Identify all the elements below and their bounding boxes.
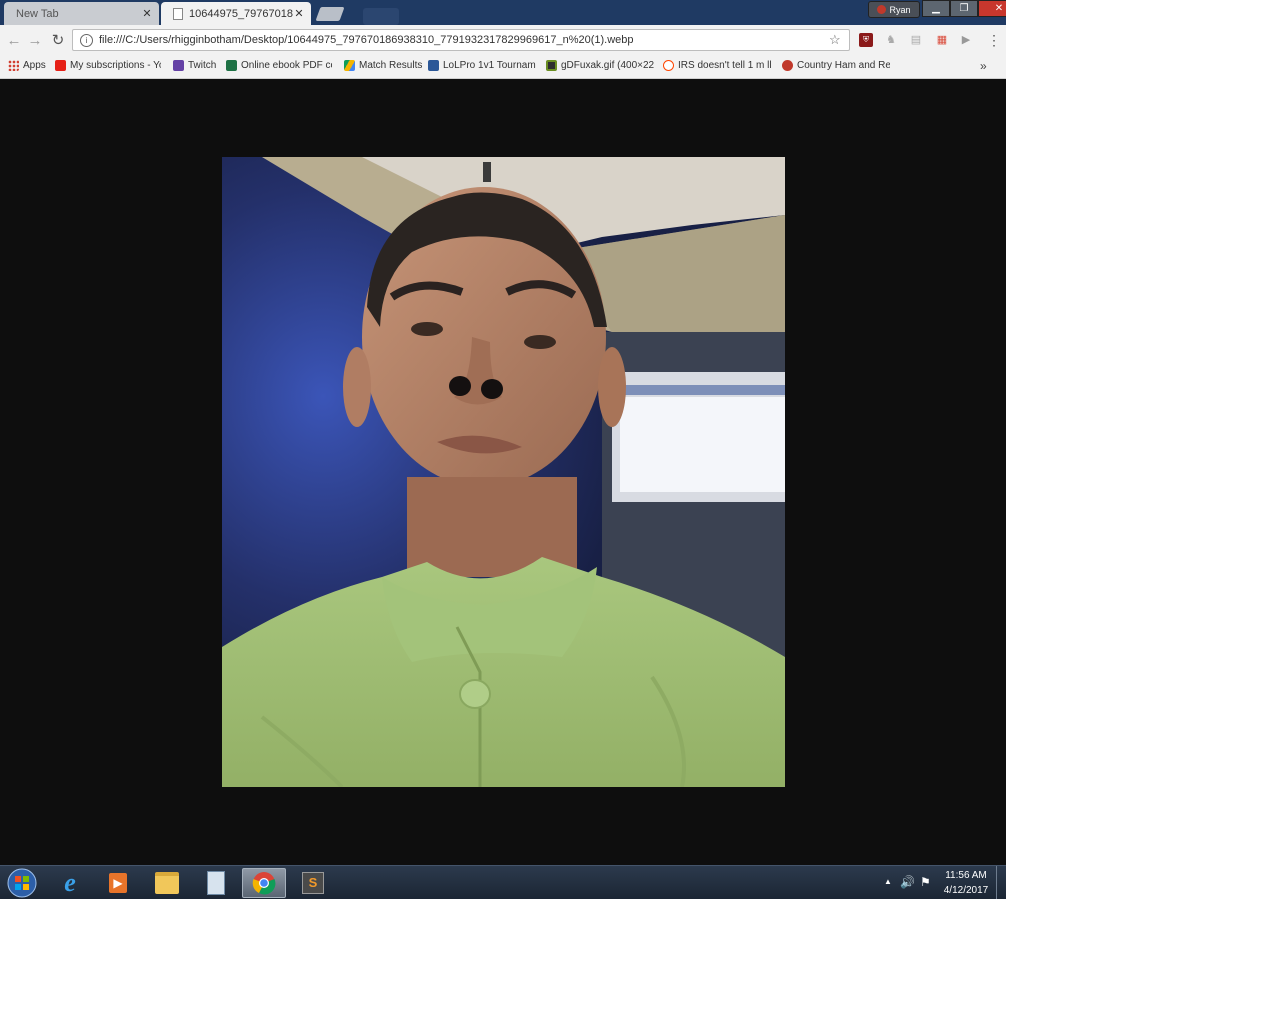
title-bar: New Tab ✕ 10644975_797670186938 ✕ Ryan ▁… [0, 0, 1006, 25]
bookmark-match-results[interactable]: Match Results [344, 60, 424, 71]
clock-time[interactable]: 11:56 AM [940, 870, 992, 881]
bookmark-reddit[interactable]: IRS doesn't tell 1 m ll [663, 60, 773, 71]
tab-new-tab[interactable]: New Tab ✕ [4, 2, 159, 25]
show-desktop-button[interactable] [996, 866, 1005, 899]
chrome-icon [252, 872, 276, 895]
media-player-icon: ▶ [109, 873, 127, 893]
bookmark-label: gDFuxak.gif (400×225 [561, 60, 654, 71]
bookmark-label: Twitch [188, 60, 217, 71]
menu-dots-icon[interactable]: ⋮ [987, 33, 1001, 47]
volume-icon[interactable]: 🔊 [900, 875, 915, 889]
clock-date[interactable]: 4/12/2017 [940, 885, 992, 896]
forward-arrow-icon[interactable]: → [27, 33, 43, 49]
chevron-more-icon[interactable]: » [980, 59, 987, 73]
bookmark-label: IRS doesn't tell 1 m ll [678, 60, 772, 71]
bookmarks-bar: Apps My subscriptions - Yo Twitch Online… [0, 57, 1006, 79]
file-icon [173, 7, 183, 20]
bookmark-gif[interactable]: gDFuxak.gif (400×225 [546, 60, 654, 71]
tab-title: 10644975_797670186938 [189, 7, 293, 20]
sublime-text-button[interactable]: S [291, 868, 335, 898]
image-viewer [0, 79, 1006, 865]
windows-taskbar: e ▶ S ▲ 🔊 ⚑ 11:56 AM 4/12/2017 [0, 865, 1006, 899]
apps-grid-icon [8, 60, 19, 71]
portrait-photo [222, 157, 785, 787]
internet-explorer-button[interactable]: e [48, 868, 92, 898]
tab-close-icon[interactable]: ✕ [141, 7, 153, 20]
bookmark-label: Match Results [359, 60, 423, 71]
browser-toolbar: ← → ↻ i file:///C:/Users/rhigginbotham/D… [0, 25, 1006, 57]
back-arrow-icon[interactable]: ← [6, 33, 22, 49]
play-extension-icon[interactable]: ▶ [959, 33, 973, 47]
screen-extension-icon[interactable]: ▤ [909, 33, 923, 47]
windows-logo-icon [7, 868, 37, 898]
sublime-text-icon: S [302, 872, 324, 894]
address-bar[interactable]: i file:///C:/Users/rhigginbotham/Desktop… [72, 29, 850, 51]
tab-close-icon[interactable]: ✕ [293, 7, 305, 20]
info-icon[interactable]: i [80, 33, 93, 47]
bookmark-star-icon[interactable]: ☆ [829, 32, 843, 48]
address-url[interactable]: file:///C:/Users/rhigginbotham/Desktop/1… [99, 34, 829, 46]
image-file-icon [546, 60, 557, 71]
bookmark-ebook[interactable]: Online ebook PDF co [226, 60, 332, 71]
profile-avatar-icon [877, 5, 887, 14]
profile-name: Ryan [889, 4, 911, 15]
bookmark-label: Apps [23, 60, 46, 71]
chrome-button[interactable] [242, 868, 286, 898]
tab-image-file[interactable]: 10644975_797670186938 ✕ [161, 2, 311, 25]
network-icon[interactable]: ⚑ [920, 875, 931, 889]
new-tab-button[interactable] [315, 7, 345, 21]
excel-icon [226, 60, 237, 71]
browser-window: New Tab ✕ 10644975_797670186938 ✕ Ryan ▁… [0, 0, 1006, 899]
tray-expand-icon[interactable]: ▲ [884, 877, 892, 886]
bookmark-apps[interactable]: Apps [8, 60, 50, 71]
bookmark-twitch[interactable]: Twitch [173, 60, 219, 71]
twitch-icon [173, 60, 184, 71]
bookmark-lolpro[interactable]: LoLPro 1v1 Tourname [428, 60, 536, 71]
file-explorer-button[interactable] [145, 868, 189, 898]
bookmark-label: Online ebook PDF co [241, 60, 332, 71]
profile-button[interactable]: Ryan [868, 1, 920, 18]
calculator-button[interactable] [194, 868, 238, 898]
calendar-extension-icon[interactable]: ▦ [935, 33, 949, 47]
restore-button[interactable]: ❐ [950, 0, 978, 17]
reload-icon[interactable]: ↻ [50, 33, 66, 49]
drive-icon [344, 60, 355, 71]
folder-icon [155, 872, 179, 894]
ghost-extension-icon[interactable]: ♞ [884, 33, 898, 47]
bookmark-country-ham[interactable]: Country Ham and Red [782, 60, 890, 71]
calculator-icon [207, 871, 225, 895]
bookmark-label: My subscriptions - Yo [70, 60, 161, 71]
reddit-icon [663, 60, 674, 71]
internet-explorer-icon: e [64, 868, 76, 897]
tab-title: New Tab [16, 7, 59, 20]
youtube-icon [55, 60, 66, 71]
window-controls: ▁ ❐ ✕ [922, 0, 1006, 17]
close-window-button[interactable]: ✕ [978, 0, 1006, 17]
bookmark-label: Country Ham and Red [797, 60, 890, 71]
displayed-photo[interactable] [222, 157, 785, 787]
start-button[interactable] [0, 868, 44, 898]
media-player-button[interactable]: ▶ [96, 868, 140, 898]
ublock-extension-icon[interactable]: ⛨ [859, 33, 873, 47]
window-thumbnail-icon [363, 8, 399, 25]
feather-icon [428, 60, 439, 71]
minimize-button[interactable]: ▁ [922, 0, 950, 17]
food-icon [782, 60, 793, 71]
bookmark-label: LoLPro 1v1 Tourname [443, 60, 536, 71]
bookmark-youtube[interactable]: My subscriptions - Yo [55, 60, 161, 71]
